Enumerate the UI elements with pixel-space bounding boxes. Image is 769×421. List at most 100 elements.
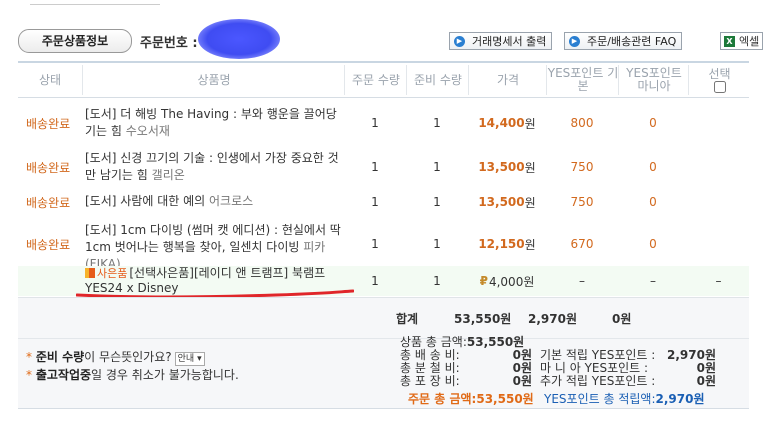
note-shipping-bold: 출고작업중 [35, 368, 92, 382]
goods-total-label: 상품 총 금액: [400, 335, 467, 349]
item-publisher[interactable]: 어크로스 [209, 194, 253, 208]
total-label: 합계 [396, 312, 419, 326]
gift-title-text[interactable]: [선택사은품][레이디 앤 트램프] 북램프 [129, 266, 325, 280]
shipping-fee-value: 0원 [512, 348, 532, 362]
point-mania-total-value: 0원 [696, 361, 716, 375]
order-qty: 1 [371, 237, 379, 251]
note-ready-qty-text: 이 무슨뜻인가요? [84, 350, 172, 364]
gift-price-value: 4,000원 [488, 274, 535, 289]
item-price-value: 12,150 [478, 237, 525, 251]
point-basic-total: 기본 적립 YES포인트 : 2,970원 [540, 349, 716, 361]
order-total: 주문 총 금액:53,550원 [408, 393, 534, 405]
currency-unit: 원 [524, 195, 536, 210]
point-basic: 750 [570, 195, 594, 209]
notes: * 준비 수량이 무슨뜻인가요? 안내 ▾ * 출고작업중일 경우 취소가 불가능… [26, 348, 239, 384]
item-price: 13,500 원 [468, 148, 546, 186]
status-label: 배송완료 [26, 160, 71, 175]
item-price-value: 14,400 [478, 116, 525, 130]
status-label: 배송완료 [26, 237, 71, 252]
excel-icon: X [724, 36, 735, 47]
ready-qty: 1 [433, 195, 441, 209]
total-point: 2,970원 [528, 312, 577, 326]
gift-price: ₽4,000원 [468, 266, 546, 296]
receipt-print-label: 거래명세서 출력 [472, 35, 547, 48]
split-fee-value: 0원 [512, 361, 532, 375]
point-basic: 670 [570, 237, 594, 251]
point-basic: 800 [570, 116, 594, 130]
table-row: 배송완료 [도서] 더 해빙 The Having : 부와 행운을 끌어당기는… [18, 104, 749, 142]
item-title[interactable]: [도서] 1cm 다이빙 (썸머 캣 에디션) : 현실에서 딱 1cm 벗어나… [85, 222, 343, 271]
item-publisher[interactable]: 수오서재 [126, 124, 170, 138]
point-mania-total: 마 니 아 YES포인트 : 0원 [540, 362, 716, 374]
tab-order-items[interactable]: 주문상품정보 [18, 29, 132, 53]
order-qty: 1 [371, 160, 379, 174]
table-header: 상태 상품명 주문 수량 준비 수량 가격 YES포인트 기본 YES포인트 마… [18, 61, 749, 98]
note-ready-qty-bold: 준비 수량 [35, 350, 85, 364]
order-total-label: 주문 총 금액: [408, 392, 477, 406]
item-title[interactable]: [도서] 사람에 대한 예의 어크로스 [85, 193, 343, 213]
split-fee: 총 분 철 비: 0원 [400, 362, 532, 374]
item-title[interactable]: [도서] 신경 끄기의 기술 : 인생에서 가장 중요한 것만 남기는 힘 갤리… [85, 150, 343, 184]
col-qty: 주문 수량 [344, 65, 407, 95]
goods-total-value: 53,550원 [466, 335, 525, 349]
ready-qty: 1 [433, 237, 441, 251]
point-basic-total-label: 기본 적립 YES포인트 : [540, 348, 656, 362]
item-price-value: 13,500 [478, 195, 525, 209]
total-row: 합계 53,550원 2,970원 0원 [18, 298, 749, 339]
col-ready: 준비 수량 [406, 65, 469, 95]
point-extra-total-label: 추가 적립 YES포인트 : [540, 374, 656, 388]
col-select-label: 선택 [708, 66, 731, 81]
guide-dropdown-label: 안내 [177, 354, 195, 364]
point-mania: 0 [649, 116, 657, 130]
item-title-text[interactable]: [도서] 더 해빙 The Having : 부와 행운을 끌어당기는 힘 [85, 107, 337, 138]
gift-badge: 사은품 [97, 267, 128, 280]
order-number-label: 주문번호 : [140, 36, 198, 51]
excel-label: 엑셀 [739, 35, 760, 48]
select-all-checkbox[interactable] [713, 80, 726, 93]
table-row: 배송완료 [도서] 사람에 대한 예의 어크로스 1 1 13,500 원 750… [18, 191, 749, 213]
table-row: 배송완료 [도서] 신경 끄기의 기술 : 인생에서 가장 중요한 것만 남기는… [18, 148, 749, 186]
ready-qty: 1 [433, 160, 441, 174]
point-mania: 0 [649, 195, 657, 209]
status-label: 배송완료 [26, 195, 71, 210]
excel-button[interactable]: X 엑셀 [720, 32, 764, 50]
point-mania: 0 [649, 237, 657, 251]
select-cell: – [715, 274, 722, 288]
summary-section: 합계 53,550원 2,970원 0원 * 준비 수량이 무슨뜻인가요? 안내 … [18, 297, 749, 409]
point-extra-total: 추가 적립 YES포인트 : 0원 [540, 375, 716, 387]
gift-icon [85, 268, 95, 278]
order-total-value: 53,550원 [476, 392, 534, 406]
play-circle-icon: ▶ [454, 36, 465, 47]
item-title-text[interactable]: [도서] 신경 끄기의 기술 : 인생에서 가장 중요한 것만 남기는 힘 [85, 151, 339, 182]
item-publisher[interactable]: 갤리온 [152, 168, 185, 182]
item-title-text[interactable]: [도서] 사람에 대한 예의 [85, 194, 205, 208]
receipt-print-button[interactable]: ▶ 거래명세서 출력 [449, 32, 553, 50]
col-title: 상품명 [82, 65, 345, 95]
point-grand-total: YES포인트 총 적립액:2,970원 [544, 393, 704, 405]
col-point-basic: YES포인트 기본 [546, 65, 619, 95]
ready-qty: 1 [433, 116, 441, 130]
currency-unit: 원 [524, 116, 536, 131]
col-price: 가격 [468, 65, 547, 95]
point-basic-total-value: 2,970원 [667, 348, 716, 362]
note-ready-qty: * 준비 수량이 무슨뜻인가요? 안내 ▾ [26, 348, 239, 366]
faq-button[interactable]: ▶ 주문/배송관련 FAQ [564, 32, 683, 50]
guide-dropdown[interactable]: 안내 ▾ [174, 352, 205, 366]
point-mania: – [650, 274, 656, 288]
point-extra-total-value: 0원 [696, 374, 716, 388]
status-label: 배송완료 [26, 116, 71, 131]
shipping-fee: 총 배 송 비: 0원 [400, 349, 532, 361]
point-mark-icon: ₽ [479, 274, 488, 288]
item-title[interactable]: [도서] 더 해빙 The Having : 부와 행운을 끌어당기는 힘 수오… [85, 106, 343, 140]
top-divider [30, 0, 160, 5]
note-shipping: * 출고작업중일 경우 취소가 불가능합니다. [26, 368, 239, 382]
shipping-fee-label: 총 배 송 비: [400, 348, 460, 362]
goods-total: 상품 총 금액:53,550원 [400, 336, 524, 348]
ready-qty: 1 [433, 274, 441, 288]
point-basic: 750 [570, 160, 594, 174]
total-price: 53,550원 [454, 312, 512, 326]
table-row: 배송완료 [도서] 1cm 다이빙 (썸머 캣 에디션) : 현실에서 딱 1c… [18, 220, 749, 271]
note-shipping-text: 일 경우 취소가 불가능합니다. [91, 368, 239, 382]
point-grand-total-label: YES포인트 총 적립액: [544, 392, 656, 406]
point-mania: 0 [649, 160, 657, 174]
